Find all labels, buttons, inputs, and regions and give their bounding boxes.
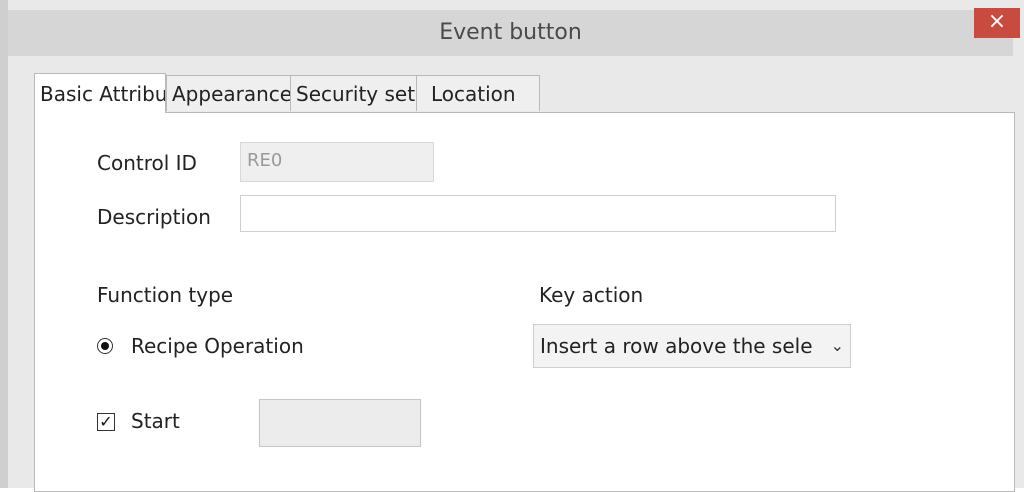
start-label: Start (131, 409, 180, 433)
tab-security-settings[interactable]: Security set (290, 75, 418, 111)
basic-attributes-panel: Control ID RE0 Description Function type… (34, 112, 1015, 492)
start-checkbox[interactable]: ✓ (97, 413, 115, 431)
window-title: Event button (439, 20, 582, 45)
description-label: Description (97, 205, 211, 229)
function-type-label: Function type (97, 283, 234, 307)
chevron-down-icon: ⌄ (830, 336, 844, 355)
tab-location[interactable]: Location (416, 75, 540, 111)
key-action-value: Insert a row above the sele (540, 334, 813, 358)
key-action-label: Key action (539, 283, 644, 307)
key-action-select[interactable]: Insert a row above the sele ⌄ (533, 324, 851, 368)
recipe-operation-label: Recipe Operation (131, 334, 304, 358)
tab-basic-attributes[interactable]: Basic Attribu (34, 73, 166, 113)
tab-appearance[interactable]: Appearance (166, 75, 292, 111)
window-left-border (0, 0, 8, 488)
control-id-label: Control ID (97, 151, 197, 175)
start-button[interactable] (259, 399, 421, 447)
close-button[interactable]: × (974, 8, 1020, 38)
event-button-dialog: Event button × Basic Attribu Appearance … (0, 0, 1024, 492)
control-id-field: RE0 (240, 142, 434, 182)
title-bar: Event button (8, 10, 1013, 56)
close-icon: × (987, 9, 1007, 34)
recipe-operation-radio[interactable] (97, 338, 113, 354)
description-field[interactable] (240, 195, 836, 232)
